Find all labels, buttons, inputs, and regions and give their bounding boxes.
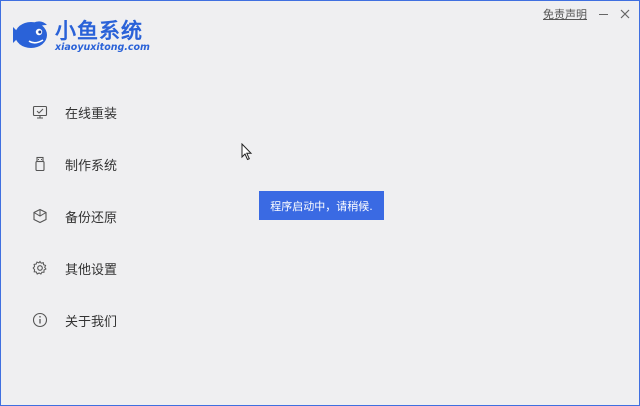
gear-icon xyxy=(31,259,49,277)
sidebar-item-label: 在线重装 xyxy=(65,106,118,122)
monitor-icon xyxy=(31,103,49,121)
mouse-cursor-icon xyxy=(241,143,253,161)
logo-subtitle: xiaoyuxitong.com xyxy=(55,42,150,53)
usb-drive-icon xyxy=(31,155,49,173)
close-icon xyxy=(620,9,630,19)
sidebar-item-make-system[interactable]: 制作系统 xyxy=(31,138,211,190)
disclaimer-link[interactable]: 免责声明 xyxy=(543,6,587,22)
close-button[interactable] xyxy=(619,8,631,20)
logo-title: 小鱼系统 xyxy=(55,19,143,43)
sidebar-item-backup-restore[interactable]: 备份还原 xyxy=(31,190,211,242)
minimize-icon xyxy=(598,13,608,15)
sidebar-item-label: 制作系统 xyxy=(65,158,118,174)
backup-restore-icon xyxy=(31,207,49,225)
sidebar-nav: 在线重装 制作系统 备份还原 其他设置 关于我们 xyxy=(31,86,211,346)
sidebar-item-label: 其他设置 xyxy=(65,262,118,278)
sidebar-item-other-settings[interactable]: 其他设置 xyxy=(31,242,211,294)
sidebar-item-about-us[interactable]: 关于我们 xyxy=(31,294,211,346)
loading-toast: 程序启动中，请稍候. xyxy=(259,191,384,220)
minimize-button[interactable] xyxy=(597,8,609,20)
app-window: 小鱼系统 xiaoyuxitong.com 免责声明 在线重装 制作系统 备份还… xyxy=(0,0,640,406)
sidebar-item-online-reinstall[interactable]: 在线重装 xyxy=(31,86,211,138)
info-icon xyxy=(31,311,49,329)
title-bar-controls: 免责声明 xyxy=(543,6,631,22)
app-logo: 小鱼系统 xiaoyuxitong.com xyxy=(11,13,161,57)
sidebar-item-label: 关于我们 xyxy=(65,314,118,330)
sidebar-item-label: 备份还原 xyxy=(65,210,118,226)
fish-logo-icon xyxy=(13,21,47,48)
